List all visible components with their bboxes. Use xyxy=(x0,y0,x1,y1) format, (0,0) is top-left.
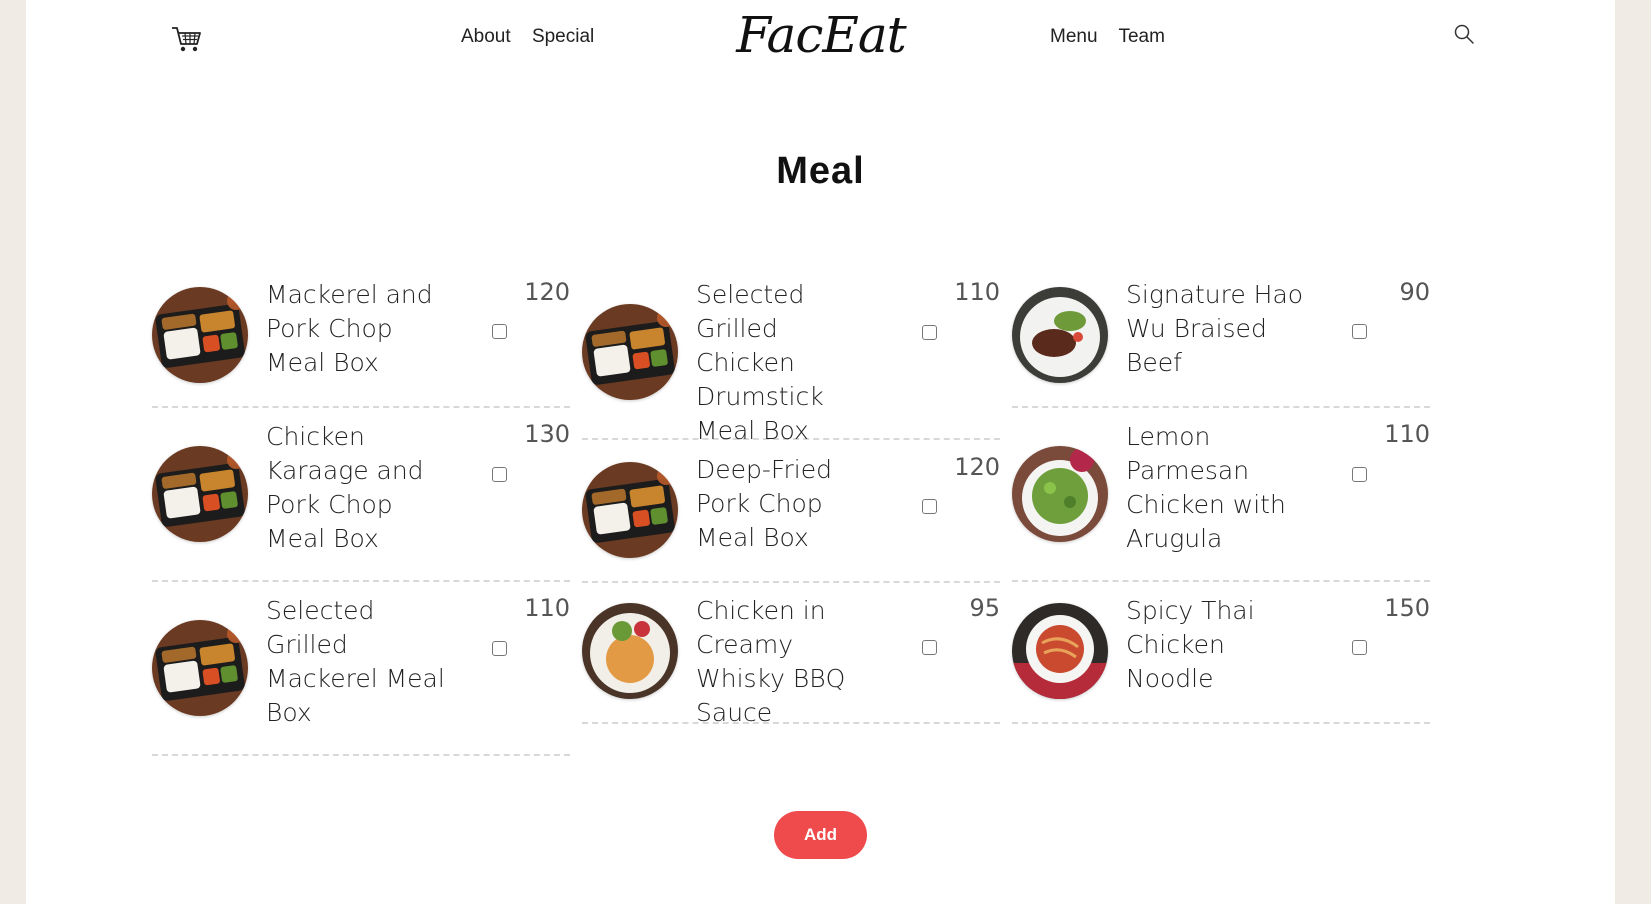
bento-box-image xyxy=(582,304,678,400)
menu-item-price: 120 xyxy=(954,453,1000,481)
menu-item-price: 120 xyxy=(524,278,570,306)
menu-item-name: Deep-Fried Pork Chop Meal Box xyxy=(696,455,832,552)
menu-item-price: 90 xyxy=(1399,278,1430,306)
cart-icon[interactable] xyxy=(170,24,202,54)
menu-item-name: Mackerel and Pork Chop Meal Box xyxy=(266,280,433,377)
nav-right: Menu Team xyxy=(1050,26,1181,48)
menu-item: Spicy Thai Chicken Noodle 150 xyxy=(1012,594,1430,724)
menu-item-checkbox[interactable] xyxy=(922,325,937,340)
menu-item-checkbox[interactable] xyxy=(922,640,937,655)
nav-special[interactable]: Special xyxy=(532,26,594,47)
menu-item-checkbox[interactable] xyxy=(1352,640,1367,655)
menu-item-price: 130 xyxy=(524,420,570,448)
menu-item-name: Signature Hao Wu Braised Beef xyxy=(1126,280,1304,377)
bento-box-image xyxy=(152,620,248,716)
salad-bowl-image xyxy=(1012,446,1108,542)
menu-item-checkbox[interactable] xyxy=(492,324,507,339)
add-button[interactable]: Add xyxy=(774,811,867,859)
menu-item-name: Chicken in Creamy Whisky BBQ Sauce xyxy=(696,596,846,727)
menu-item-price: 110 xyxy=(524,594,570,622)
menu-item-price: 95 xyxy=(969,594,1000,622)
menu-item-name: Chicken Karaage and Pork Chop Meal Box xyxy=(266,422,424,553)
noodle-bowl-image xyxy=(1012,603,1108,699)
menu-item: Signature Hao Wu Braised Beef 90 xyxy=(1012,278,1430,408)
page: About Special FacEat Menu Team Meal Mack… xyxy=(26,0,1615,904)
menu-item-checkbox[interactable] xyxy=(492,641,507,656)
search-icon[interactable] xyxy=(1452,22,1476,46)
menu-item-name: Spicy Thai Chicken Noodle xyxy=(1126,596,1255,693)
menu-item-price: 110 xyxy=(954,278,1000,306)
nav-about[interactable]: About xyxy=(461,26,511,47)
menu-item-price: 150 xyxy=(1384,594,1430,622)
menu-item-name: Selected Grilled Chicken Drumstick Meal … xyxy=(696,280,824,445)
nav-team[interactable]: Team xyxy=(1118,26,1164,47)
bento-box-image xyxy=(152,446,248,542)
menu-item-price: 110 xyxy=(1384,420,1430,448)
page-title: Meal xyxy=(776,150,865,192)
bento-box-image xyxy=(152,287,248,383)
chicken-plate-image xyxy=(582,603,678,699)
menu-item-checkbox[interactable] xyxy=(492,467,507,482)
menu-item: Selected Grilled Chicken Drumstick Meal … xyxy=(582,278,1000,445)
menu-item-name: Lemon Parmesan Chicken with Arugula xyxy=(1126,422,1286,553)
logo[interactable]: FacEat xyxy=(686,6,956,64)
menu-item-checkbox[interactable] xyxy=(1352,324,1367,339)
menu-item: Lemon Parmesan Chicken with Arugula 110 xyxy=(1012,420,1430,582)
menu-item: Selected Grilled Mackerel Meal Box 110 xyxy=(152,594,570,756)
nav-menu[interactable]: Menu xyxy=(1050,26,1098,47)
beef-plate-image xyxy=(1012,287,1108,383)
menu-item: Chicken in Creamy Whisky BBQ Sauce 95 xyxy=(582,594,1000,727)
menu-item-checkbox[interactable] xyxy=(1352,467,1367,482)
menu-item: Deep-Fried Pork Chop Meal Box 120 xyxy=(582,453,1000,583)
nav-left: About Special xyxy=(461,26,610,48)
menu-item: Chicken Karaage and Pork Chop Meal Box 13… xyxy=(152,420,570,582)
bento-box-image xyxy=(582,462,678,558)
menu-item-checkbox[interactable] xyxy=(922,499,937,514)
menu-item: Mackerel and Pork Chop Meal Box 120 xyxy=(152,278,570,408)
menu-item-name: Selected Grilled Mackerel Meal Box xyxy=(266,596,445,727)
